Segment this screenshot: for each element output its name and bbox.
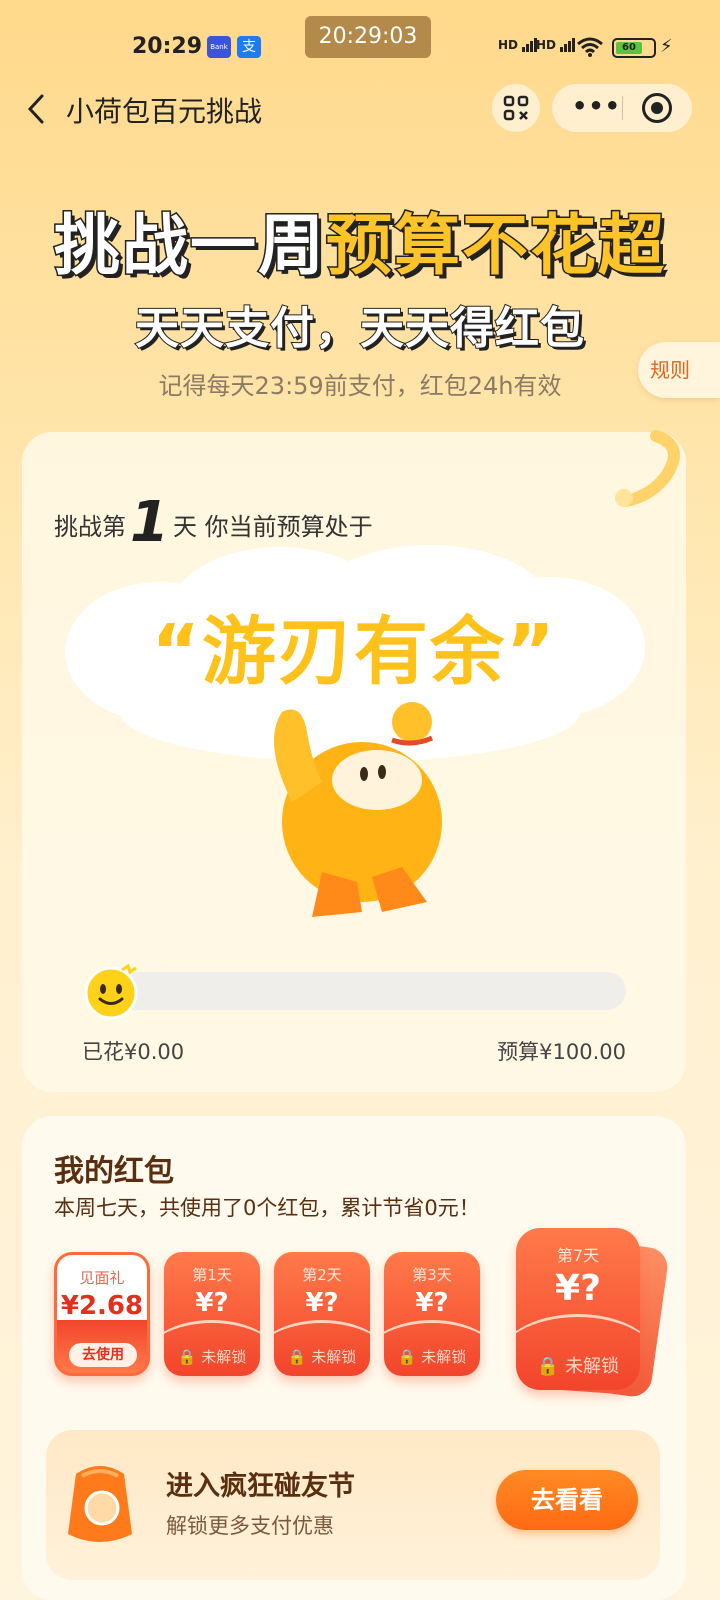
packet-lock-state: 🔒 未解锁 [177, 1348, 247, 1366]
packet-lock-state: 🔒 未解锁 [287, 1348, 357, 1366]
packet-lock-label: 未解锁 [311, 1348, 357, 1366]
gift-amount: ¥2.68 [60, 1291, 144, 1321]
gift-label: 见面礼 [79, 1269, 125, 1287]
wifi-icon [577, 37, 603, 57]
signal-label: HD [498, 38, 519, 52]
close-miniprogram-icon[interactable] [642, 93, 672, 123]
packet-lock-state: 🔒 未解锁 [536, 1356, 620, 1377]
smiley-icon [84, 963, 138, 1020]
promo-banner[interactable]: 进入疯狂碰友节 解锁更多支付优惠 去看看 [46, 1430, 660, 1580]
lucky-bag-icon [68, 1466, 132, 1542]
capsule-divider [622, 96, 623, 120]
packet-day-label: 第7天 [556, 1246, 600, 1265]
go-see-button[interactable]: 去看看 [496, 1470, 638, 1530]
bank-app-icon: Bank [207, 36, 231, 58]
gift-red-packet[interactable]: 见面礼 ¥2.68 去使用 [54, 1252, 150, 1376]
decoration-icon [615, 430, 680, 507]
red-packet-summary: 本周七天，共使用了0个红包，累计节省0元！ [54, 1196, 480, 1220]
packet-amount: ¥? [305, 1288, 339, 1318]
challenge-suffix: 天 你当前预算处于 [172, 513, 373, 541]
day-red-packet[interactable]: 第2天 ¥? 🔒 未解锁 [274, 1252, 370, 1376]
back-icon[interactable] [22, 92, 52, 126]
packet-lock-label: 未解锁 [201, 1348, 247, 1366]
charging-icon: ⚡ [660, 36, 673, 57]
budget-amount: 预算¥100.00 [497, 1040, 626, 1064]
headline-part-a: 挑战一周 [53, 206, 326, 286]
challenge-card: 挑战第1 天 你当前预算处于 “游刃有余” 已花¥0.00 预算¥100.00 [22, 430, 686, 1092]
packet-lock-label: 未解锁 [565, 1356, 620, 1377]
headline: 挑战一周预算不花超 [0, 192, 720, 288]
alipay-app-icon: 支 [237, 36, 261, 58]
scan-button[interactable] [492, 84, 540, 132]
spent-amount: 已花¥0.00 [82, 1040, 185, 1064]
mascot-icon [274, 702, 442, 917]
day-red-packet[interactable]: 第1天 ¥? 🔒 未解锁 [164, 1252, 260, 1376]
packet-lock-state: 🔒 未解锁 [397, 1348, 467, 1366]
more-icon[interactable]: ••• [572, 92, 621, 120]
packet-day-label: 第2天 [302, 1266, 342, 1284]
battery-icon: 60 [612, 38, 656, 58]
packet-lock-label: 未解锁 [421, 1348, 467, 1366]
clock-overlay: 20:29:03 [305, 16, 431, 58]
budget-status: “游刃有余” [151, 609, 557, 695]
challenge-prefix: 挑战第 [54, 513, 126, 541]
headline-part-b: 预算不花超 [325, 206, 666, 286]
packet-amount: ¥? [555, 1268, 601, 1309]
subheadline: 天天支付，天天得红包 [134, 302, 585, 355]
signal-label-2: HD [536, 38, 557, 52]
notice-text: 记得每天23:59前支付，红包24h有效 [158, 372, 562, 400]
banner-subtitle: 解锁更多支付优惠 [166, 1514, 334, 1538]
packet-amount: ¥? [195, 1288, 229, 1318]
red-packet-title: 我的红包 [54, 1154, 174, 1189]
packet-amount: ¥? [415, 1288, 449, 1318]
day7-red-packet[interactable]: 第7天 ¥? 🔒 未解锁 [516, 1228, 640, 1390]
rules-button[interactable]: 规则 [638, 342, 720, 398]
status-time: 20:29 [132, 34, 203, 59]
status-bar: 20:29 Bank 支 20:29:03 HD HD 60 ⚡ [0, 0, 720, 80]
banner-title: 进入疯狂碰友节 [166, 1471, 355, 1502]
scan-icon [503, 95, 529, 121]
signal-icon-2: HD [536, 36, 576, 52]
signal-icon: HD [498, 36, 538, 52]
packet-day-label: 第3天 [412, 1266, 452, 1284]
budget-progress-bar [86, 972, 626, 1010]
day-red-packet[interactable]: 第3天 ¥? 🔒 未解锁 [384, 1252, 480, 1376]
miniprogram-capsule: ••• [552, 84, 692, 132]
packet-day-label: 第1天 [192, 1266, 232, 1284]
page-title: 小荷包百元挑战 [66, 95, 263, 128]
battery-level: 60 [616, 42, 642, 54]
use-gift-button[interactable]: 去使用 [69, 1343, 137, 1367]
